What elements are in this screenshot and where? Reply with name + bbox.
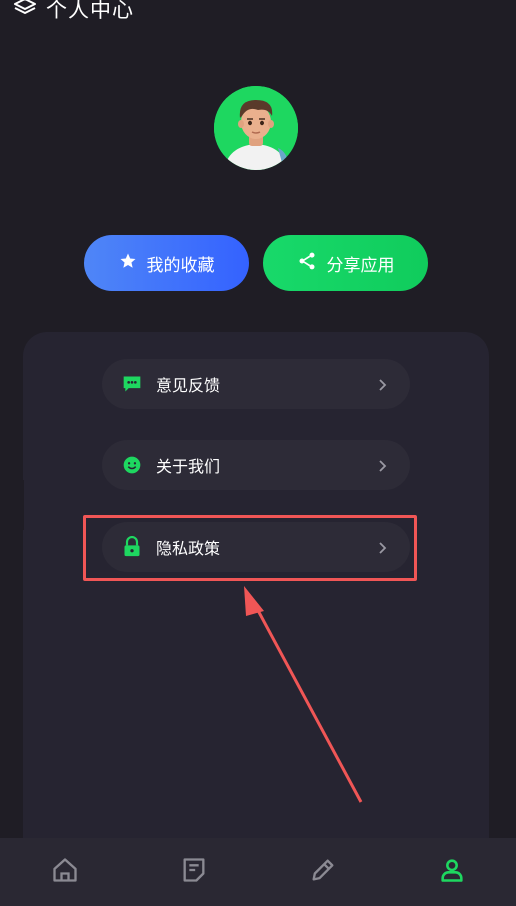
favorites-label: 我的收藏 bbox=[146, 255, 215, 276]
share-app-button[interactable]: 分享应用 bbox=[263, 235, 428, 291]
page-title: 个人中心 bbox=[46, 0, 134, 22]
highlight-box bbox=[83, 515, 417, 581]
menu-item-label: 关于我们 bbox=[156, 457, 221, 476]
home-icon bbox=[51, 856, 79, 888]
chat-bubble-icon bbox=[122, 374, 142, 394]
menu-item-label: 意见反馈 bbox=[156, 376, 221, 395]
share-icon bbox=[297, 251, 317, 276]
user-icon bbox=[438, 856, 466, 888]
favorites-button[interactable]: 我的收藏 bbox=[84, 235, 249, 291]
tab-notes[interactable] bbox=[164, 842, 224, 902]
star-icon bbox=[119, 252, 137, 275]
avatar[interactable] bbox=[214, 86, 298, 170]
header: 个人中心 bbox=[12, 0, 134, 26]
book-icon bbox=[12, 0, 38, 22]
profile-screen: 个人中心 我的收藏 分享应用 意见反馈 关于我们 隐私政策 bbox=[0, 0, 516, 906]
menu-card bbox=[23, 332, 489, 852]
chevron-right-icon bbox=[378, 377, 388, 391]
card-notch-right bbox=[492, 480, 516, 530]
share-label: 分享应用 bbox=[326, 255, 395, 276]
menu-item-feedback[interactable]: 意见反馈 bbox=[102, 359, 410, 409]
menu-item-about[interactable]: 关于我们 bbox=[102, 440, 410, 490]
tab-write[interactable] bbox=[293, 842, 353, 902]
note-icon bbox=[180, 856, 208, 888]
bottom-tab-bar bbox=[0, 838, 516, 906]
smiley-icon bbox=[122, 455, 142, 475]
tab-profile[interactable] bbox=[422, 842, 482, 902]
chevron-right-icon bbox=[378, 458, 388, 472]
card-notch-left bbox=[0, 480, 24, 530]
pencil-icon bbox=[309, 856, 337, 888]
tab-home[interactable] bbox=[35, 842, 95, 902]
